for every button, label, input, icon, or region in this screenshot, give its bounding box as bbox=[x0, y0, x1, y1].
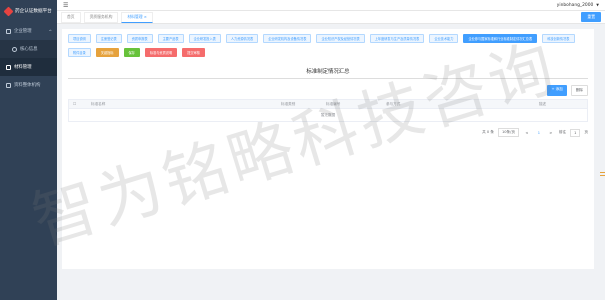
page-number[interactable]: 1 bbox=[535, 130, 543, 136]
section-title: 标准制定情况汇总 bbox=[68, 67, 588, 79]
material-buttons: 项目说明 注册登记表 资质申报表 主要产品表 企业研发投入表 人力资源情况表 企… bbox=[62, 29, 594, 57]
column-header: 描述 bbox=[538, 101, 546, 106]
username: yinbohang_2000 bbox=[556, 2, 594, 8]
reset-button[interactable]: 重置 bbox=[581, 12, 601, 22]
empty-state: 暂无数据 bbox=[320, 112, 336, 117]
sidebar-item-label: 企业管理 bbox=[14, 29, 32, 34]
close-icon[interactable]: × bbox=[144, 14, 147, 19]
page-suffix: 页 bbox=[584, 130, 588, 134]
tab-bar: 首页 资质服务机构 材料管理 × 重置 bbox=[57, 11, 605, 24]
material-button[interactable]: 资质申报表 bbox=[126, 34, 153, 43]
prev-page-button[interactable]: < bbox=[523, 130, 531, 136]
sidebar-item-materials[interactable]: 材料管理 bbox=[0, 58, 57, 76]
content-panel: 项目说明 注册登记表 资质申报表 主要产品表 企业研发投入表 人力资源情况表 企… bbox=[62, 29, 594, 269]
folder-icon bbox=[6, 64, 11, 70]
save-button[interactable]: 保存 bbox=[123, 48, 140, 57]
column-header: 标准编号 bbox=[326, 101, 341, 106]
material-button[interactable]: 企业研发机构及设备情况表 bbox=[263, 34, 312, 43]
tab-materials[interactable]: 材料管理 × bbox=[121, 11, 153, 23]
next-page-button[interactable]: > bbox=[547, 130, 555, 136]
material-button[interactable]: 注册登记表 bbox=[95, 34, 122, 43]
material-button[interactable]: 企业技术能力 bbox=[429, 34, 459, 43]
tab-home[interactable]: 首页 bbox=[61, 11, 81, 23]
goto-input[interactable]: 1 bbox=[570, 128, 581, 137]
sidebar-item-company[interactable]: 企业管理 ^ bbox=[0, 22, 57, 40]
material-button[interactable]: 科技创新情况表 bbox=[542, 34, 575, 43]
sidebar: 药企认证数据平台 企业管理 ^ 核心信息 材料管理 资料整体机构 bbox=[0, 0, 57, 300]
hamburger-icon[interactable]: ☰ bbox=[63, 2, 68, 9]
chevron-up-icon: ^ bbox=[48, 28, 52, 34]
material-button[interactable]: 企业研发投入表 bbox=[188, 34, 221, 43]
table-tools: + 添加 删除 bbox=[62, 79, 594, 96]
tab-label: 材料管理 bbox=[127, 14, 143, 19]
app-logo: 药企认证数据平台 bbox=[0, 0, 57, 22]
table-header: ☐ 标准名称 标准类别 标准编号 参与方式 描述 bbox=[69, 100, 587, 109]
delete-button[interactable]: 删除 bbox=[570, 85, 588, 96]
material-button[interactable]: 附件目录 bbox=[68, 48, 91, 57]
tab-institutions[interactable]: 资质服务机构 bbox=[83, 11, 119, 23]
standards-table: ☐ 标准名称 标准类别 标准编号 参与方式 描述 暂无数据 bbox=[68, 99, 588, 122]
sidebar-item-institutions[interactable]: 资料整体机构 bbox=[0, 76, 57, 94]
sidebar-item-core-info[interactable]: 核心信息 bbox=[0, 40, 57, 58]
add-button[interactable]: + 添加 bbox=[547, 85, 567, 96]
settings-icon bbox=[6, 28, 11, 34]
page-size-select[interactable]: 10条/页 bbox=[497, 128, 519, 137]
column-header: 标准类别 bbox=[281, 101, 296, 106]
info-icon bbox=[12, 46, 17, 52]
standards-button[interactable]: 标准与资质说明 bbox=[144, 48, 178, 57]
submit-button[interactable]: 提交审核 bbox=[182, 48, 205, 57]
material-button[interactable]: 项目说明 bbox=[68, 34, 91, 43]
app-title: 药企认证数据平台 bbox=[15, 9, 52, 14]
material-button[interactable]: 人力资源情况表 bbox=[225, 34, 259, 43]
side-handle-icon[interactable] bbox=[600, 172, 605, 176]
material-button-active[interactable]: 企业参与国家标准和行业标准制定情况汇总表 bbox=[463, 34, 538, 43]
material-button[interactable]: 上年度研发与生产及质量情况表 bbox=[369, 34, 425, 43]
column-header: 标准名称 bbox=[91, 101, 106, 106]
column-header: 参与方式 bbox=[386, 101, 401, 106]
select-all-checkbox[interactable]: ☐ bbox=[69, 102, 87, 106]
logo-icon bbox=[3, 6, 14, 16]
material-button[interactable]: 主要产品表 bbox=[157, 34, 184, 43]
user-menu[interactable]: yinbohang_2000 ▼ bbox=[557, 3, 599, 8]
sidebar-item-label: 资料整体机构 bbox=[14, 83, 41, 88]
pagination: 共 0 条 10条/页 < 1 > 前往 1 页 bbox=[62, 122, 594, 137]
document-icon bbox=[6, 82, 11, 88]
goto-label: 前往 bbox=[558, 130, 567, 134]
total-count: 共 0 条 bbox=[482, 130, 494, 134]
top-bar: ☰ yinbohang_2000 ▼ bbox=[57, 0, 605, 11]
sidebar-item-label: 核心信息 bbox=[20, 47, 38, 52]
key-metrics-button[interactable]: 关键指标 bbox=[95, 48, 119, 57]
caret-down-icon: ▼ bbox=[596, 3, 599, 7]
sidebar-item-label: 材料管理 bbox=[14, 65, 32, 70]
material-button[interactable]: 企业知识产权及经营情况表 bbox=[316, 34, 365, 43]
